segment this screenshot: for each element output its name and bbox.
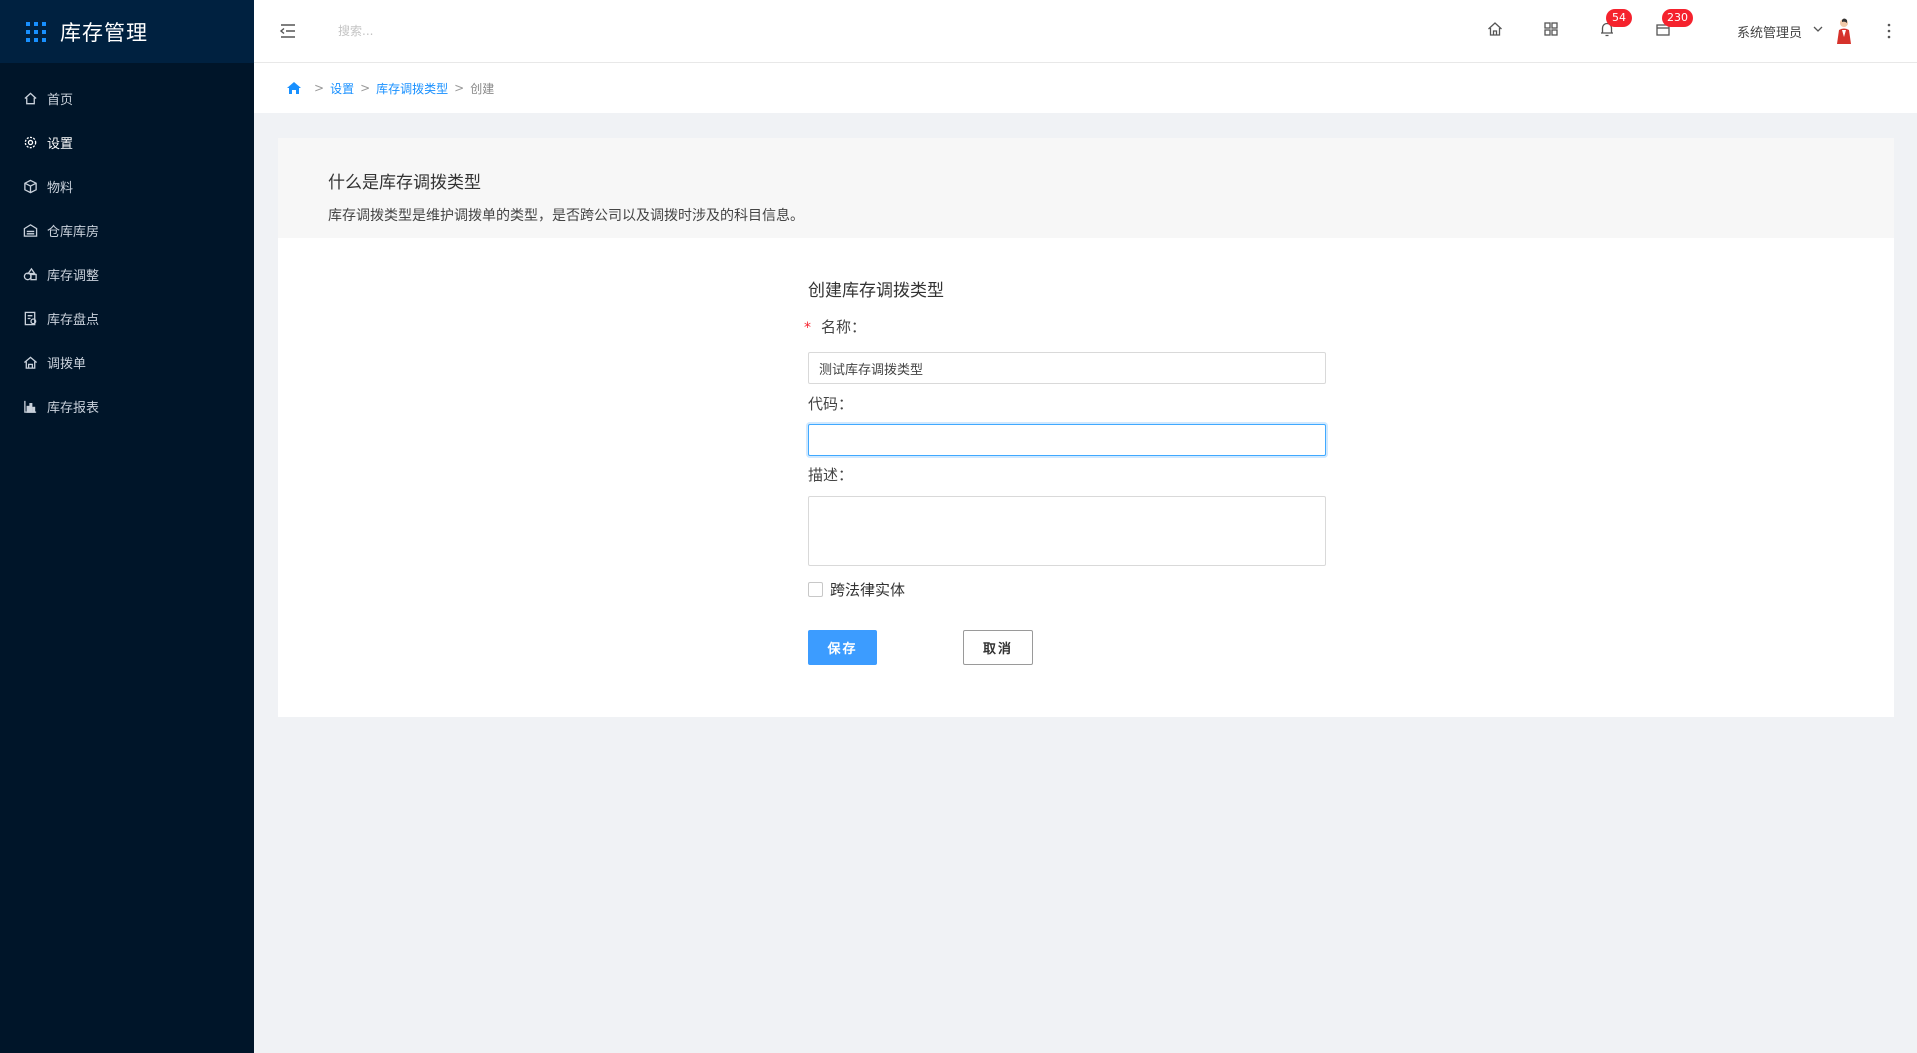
- sidebar-item-stock-adjust[interactable]: 库存调整: [0, 252, 254, 296]
- menu-collapse-icon[interactable]: [278, 21, 298, 41]
- info-panel: 什么是库存调拨类型 库存调拨类型是维护调拨单的类型，是否跨公司以及调拨时涉及的科…: [278, 138, 1894, 238]
- required-mark: *: [804, 320, 811, 336]
- sidebar-item-stock-check[interactable]: 库存盘点: [0, 296, 254, 340]
- breadcrumb-transfer-type[interactable]: 库存调拨类型: [376, 80, 448, 97]
- inventory-check-icon: [22, 310, 38, 326]
- cross-entity-label: 跨法律实体: [830, 581, 906, 599]
- create-form: 创建库存调拨类型 * 名称： 代码： 描述： 跨法律实体 保存 取消: [804, 276, 1326, 665]
- code-label: 代码：: [808, 395, 854, 413]
- sidebar-item-label: 首页: [47, 92, 74, 108]
- top-header: 54 230 系统管理员: [254, 0, 1917, 63]
- avatar[interactable]: [1832, 17, 1856, 45]
- app-title: 库存管理: [60, 20, 148, 45]
- adjust-icon: [22, 266, 38, 282]
- sidebar: 库存管理 首页 设置 物料 仓库库房 库存调整 库存盘点 调拨单 库存报表: [0, 0, 254, 1053]
- sidebar-item-label: 库存盘点: [47, 312, 100, 328]
- search-input[interactable]: [338, 20, 538, 42]
- sidebar-item-stock-report[interactable]: 库存报表: [0, 384, 254, 428]
- warehouse-icon: [22, 222, 38, 238]
- sidebar-item-home[interactable]: 首页: [0, 76, 254, 120]
- transfer-icon: [22, 354, 38, 370]
- code-input[interactable]: [808, 424, 1326, 456]
- cube-icon: [22, 178, 38, 194]
- sidebar-item-label: 设置: [47, 136, 74, 152]
- breadcrumb-separator: >: [454, 81, 465, 95]
- notification-badge: 54: [1606, 9, 1632, 27]
- breadcrumb-separator: >: [314, 81, 325, 95]
- home-icon: [22, 90, 38, 106]
- sidebar-item-warehouse[interactable]: 仓库库房: [0, 208, 254, 252]
- apps-icon[interactable]: [1542, 20, 1562, 40]
- home-icon[interactable]: [286, 80, 302, 96]
- message-icon[interactable]: 230: [1654, 9, 1693, 40]
- notification-bell-icon[interactable]: 54: [1598, 9, 1632, 40]
- save-button[interactable]: 保存: [808, 630, 877, 665]
- bar-chart-icon: [22, 398, 38, 414]
- form-title: 创建库存调拨类型: [808, 281, 944, 301]
- apps-grid-icon: [26, 21, 46, 42]
- sidebar-item-label: 库存报表: [47, 400, 100, 416]
- description-label: 描述：: [808, 466, 854, 484]
- name-label-text: 名称：: [821, 318, 867, 336]
- info-description: 库存调拨类型是维护调拨单的类型，是否跨公司以及调拨时涉及的科目信息。: [328, 208, 804, 224]
- breadcrumb-separator: >: [360, 81, 371, 95]
- sidebar-menu: 首页 设置 物料 仓库库房 库存调整 库存盘点 调拨单 库存报表: [0, 76, 254, 428]
- breadcrumb-current: 创建: [470, 81, 495, 96]
- main-card: 什么是库存调拨类型 库存调拨类型是维护调拨单的类型，是否跨公司以及调拨时涉及的科…: [278, 138, 1894, 717]
- sidebar-item-label: 库存调整: [47, 268, 100, 284]
- sidebar-item-transfer[interactable]: 调拨单: [0, 340, 254, 384]
- name-label: * 名称：: [804, 316, 866, 337]
- cancel-button[interactable]: 取消: [963, 630, 1033, 665]
- chevron-down-icon[interactable]: [1812, 22, 1824, 36]
- more-vertical-icon[interactable]: [1886, 22, 1892, 40]
- sidebar-item-label: 调拨单: [47, 356, 87, 372]
- description-textarea[interactable]: [808, 496, 1326, 566]
- user-name[interactable]: 系统管理员: [1737, 22, 1802, 41]
- sidebar-item-settings[interactable]: 设置: [0, 120, 254, 164]
- gear-icon: [22, 134, 38, 150]
- home-icon[interactable]: [1486, 20, 1506, 40]
- name-input[interactable]: [808, 352, 1326, 384]
- breadcrumb-settings[interactable]: 设置: [330, 80, 354, 97]
- info-title: 什么是库存调拨类型: [328, 173, 481, 193]
- breadcrumb: > 设置 > 库存调拨类型 > 创建: [254, 63, 1917, 113]
- sidebar-item-label: 物料: [47, 180, 74, 196]
- sidebar-item-materials[interactable]: 物料: [0, 164, 254, 208]
- cross-entity-checkbox[interactable]: [808, 582, 823, 597]
- cross-entity-checkbox-row[interactable]: 跨法律实体: [808, 579, 905, 600]
- message-badge: 230: [1662, 9, 1693, 27]
- sidebar-item-label: 仓库库房: [47, 224, 100, 240]
- brand[interactable]: 库存管理: [0, 0, 254, 63]
